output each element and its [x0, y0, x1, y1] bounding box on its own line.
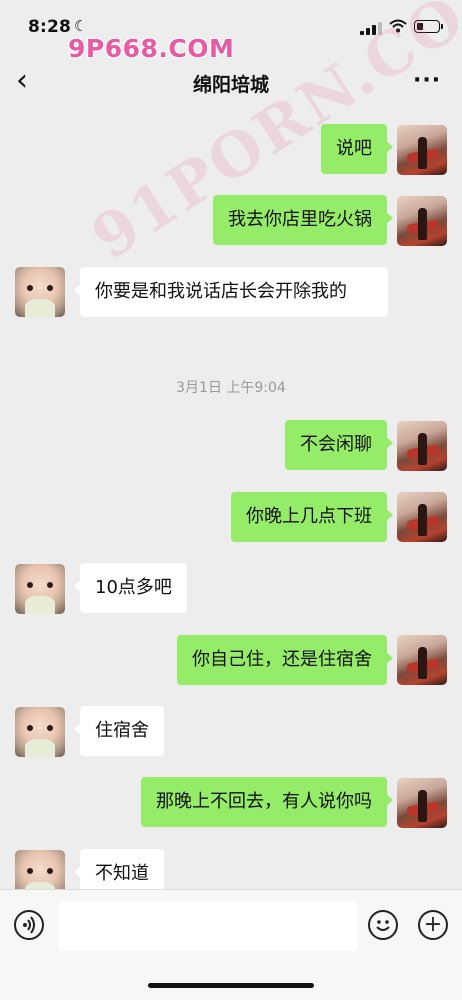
moon-icon: ☾ [74, 17, 88, 35]
nav-bar: ‹ 绵阳培城 ··· [0, 56, 462, 108]
emoji-button[interactable] [368, 910, 398, 940]
message-timestamp: 3月1日 上午9:04 [176, 380, 286, 396]
my-avatar[interactable] [397, 778, 447, 828]
home-indicator [148, 983, 314, 988]
my-avatar[interactable] [397, 196, 447, 246]
voice-icon [23, 916, 35, 934]
message-bubble[interactable]: 你晚上几点下班 [231, 492, 393, 542]
more-button[interactable]: ··· [413, 68, 441, 93]
my-avatar[interactable] [397, 492, 447, 542]
plus-button[interactable]: + [418, 910, 448, 940]
contact-avatar[interactable] [15, 564, 65, 614]
contact-avatar[interactable] [15, 707, 65, 757]
message-bubble[interactable]: 不会闲聊 [285, 420, 393, 470]
chat-title: 绵阳培城 [192, 74, 269, 96]
message-bubble[interactable]: 我去你店里吃火锅 [213, 195, 393, 245]
message-bubble[interactable]: 你要是和我说话店长会开除我的 [74, 267, 388, 317]
my-avatar[interactable] [397, 125, 447, 175]
message-bubble[interactable]: 10点多吧 [74, 563, 187, 613]
message-input[interactable] [59, 901, 358, 951]
battery-icon [414, 20, 443, 33]
message-bubble[interactable]: 你自己住，还是住宿舍 [177, 635, 393, 685]
contact-avatar[interactable] [15, 267, 65, 317]
message-bubble[interactable]: 说吧 [321, 124, 393, 174]
message-bubble[interactable]: 那晚上不回去，有人说你吗 [141, 777, 393, 827]
message-bubble[interactable]: 住宿舍 [74, 706, 164, 756]
voice-button[interactable] [14, 910, 44, 940]
status-time: 8:28 [28, 17, 72, 37]
status-bar: 8:28 ☾ 9P668.COM [0, 0, 462, 63]
signal-icon [360, 22, 382, 35]
my-avatar[interactable] [397, 421, 447, 471]
wifi-icon [389, 18, 407, 37]
my-avatar[interactable] [397, 635, 447, 685]
emoji-icon [376, 920, 390, 931]
